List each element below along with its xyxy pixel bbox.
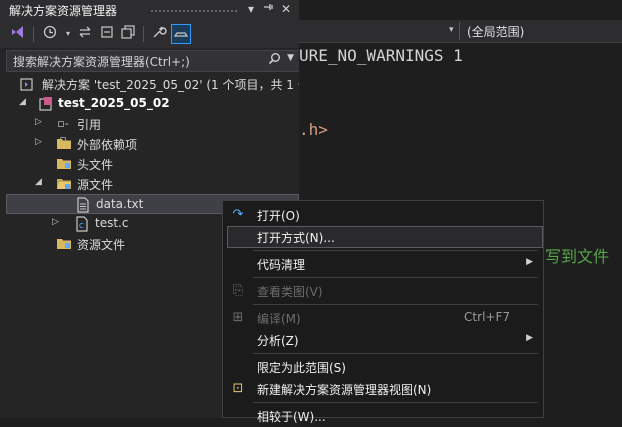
- drag-grip[interactable]: [150, 9, 238, 13]
- scope-dropdown[interactable]: (全局范围): [467, 23, 524, 40]
- chevron-down-icon[interactable]: ▾: [449, 25, 454, 35]
- new-view-icon: ⊡: [232, 381, 244, 396]
- menu-item-scope-to-this[interactable]: 限定为此范围(S): [223, 356, 543, 378]
- compile-icon: ⊞: [232, 310, 244, 325]
- expanded-arrow-icon[interactable]: ◢: [19, 97, 26, 107]
- data-txt-label: data.txt: [96, 197, 144, 211]
- external-deps-label: 外部依赖项: [77, 138, 138, 152]
- menu-item-open-with[interactable]: 打开方式(N)...: [223, 226, 543, 248]
- code-line-define: URE_NO_WARNINGS 1: [299, 46, 463, 65]
- preview-selected-items-icon[interactable]: [171, 24, 191, 44]
- collapsed-arrow-icon[interactable]: ▷: [52, 217, 59, 227]
- menu-item-compare-with[interactable]: 相较于(W)...: [223, 405, 543, 427]
- collapsed-arrow-icon[interactable]: ▷: [35, 117, 42, 127]
- search-input[interactable]: 搜索解决方案资源管理器(Ctrl+;) ▼: [6, 50, 300, 72]
- references-label: 引用: [77, 118, 102, 132]
- panel-titlebar: 解决方案资源管理器 ▾ ✕: [0, 0, 299, 20]
- pages-icon[interactable]: [97, 24, 117, 44]
- sync-icon[interactable]: [75, 24, 95, 44]
- menu-item-code-cleanup[interactable]: 代码清理 ▶: [223, 253, 543, 275]
- open-folder-icon: [56, 176, 72, 192]
- class-diagram-icon: ⎘: [232, 283, 244, 298]
- tree-item-external-deps[interactable]: ▷ 外部依赖项: [0, 134, 299, 154]
- collapse-icon[interactable]: [118, 24, 138, 44]
- headers-label: 头文件: [77, 158, 114, 172]
- solution-icon: [19, 76, 35, 92]
- menu-item-view-class-diagram: ⎘ 查看类图(V): [223, 280, 543, 302]
- tree-item-sources[interactable]: ◢ 源文件: [0, 174, 299, 194]
- project-icon: [38, 96, 54, 112]
- references-icon: ▫-▫: [57, 117, 69, 146]
- folder-icon: [56, 236, 72, 252]
- text-file-icon: [75, 197, 91, 213]
- submenu-arrow-icon: ▶: [526, 333, 533, 343]
- svg-text:C: C: [79, 222, 84, 230]
- menu-item-analyze[interactable]: 分析(Z) ▶: [223, 329, 543, 351]
- code-line-comment: 写到文件: [545, 247, 610, 266]
- test-c-label: test.c: [95, 216, 129, 230]
- close-icon[interactable]: ✕: [278, 1, 294, 17]
- tree-item-project[interactable]: ◢ test_2025_05_02: [0, 94, 299, 114]
- project-label: test_2025_05_02: [58, 96, 170, 110]
- submenu-arrow-icon: ▶: [526, 257, 533, 267]
- c-file-icon: C: [74, 216, 90, 232]
- solution-label: 解决方案 'test_2025_05_02' (1 个项目，共 1 个: [42, 78, 310, 92]
- menu-item-open[interactable]: ↷ 打开(O): [223, 204, 543, 226]
- search-icon[interactable]: [268, 52, 281, 69]
- code-line-include: .h>: [299, 120, 328, 139]
- expanded-arrow-icon[interactable]: ◢: [35, 177, 42, 187]
- panel-title: 解决方案资源管理器: [9, 4, 118, 18]
- collapsed-arrow-icon[interactable]: ▷: [35, 137, 42, 147]
- menu-item-new-explorer-view[interactable]: ⊡ 新建解决方案资源管理器视图(N): [223, 378, 543, 400]
- context-menu: ↷ 打开(O) 打开方式(N)... 代码清理 ▶ ⎘ 查看类图(V) ⊞ 编译…: [222, 200, 544, 424]
- editor-navigation-bar: ▾ (全局范围): [299, 20, 622, 43]
- search-placeholder: 搜索解决方案资源管理器(Ctrl+;): [13, 55, 190, 69]
- resources-label: 资源文件: [77, 238, 126, 252]
- tree-item-headers[interactable]: 头文件: [0, 154, 299, 174]
- open-icon: ↷: [232, 207, 244, 222]
- search-options-icon[interactable]: ▼: [287, 53, 294, 63]
- sources-label: 源文件: [77, 178, 114, 192]
- history-icon[interactable]: [40, 24, 60, 44]
- auto-hide-icon[interactable]: [260, 1, 276, 17]
- vs-icon[interactable]: [8, 24, 28, 44]
- window-position-icon[interactable]: ▾: [243, 1, 259, 17]
- wrench-icon[interactable]: [149, 24, 169, 44]
- folder-icon: [56, 156, 72, 172]
- explorer-toolbar: ▾: [0, 20, 299, 48]
- folder-icon: [56, 136, 72, 152]
- tree-item-references[interactable]: ▷ ▫-▫ 引用: [0, 114, 299, 146]
- tree-item-solution[interactable]: 解决方案 'test_2025_05_02' (1 个项目，共 1 个: [0, 74, 310, 94]
- menu-item-compile: ⊞ 编译(M) Ctrl+F7: [223, 307, 543, 329]
